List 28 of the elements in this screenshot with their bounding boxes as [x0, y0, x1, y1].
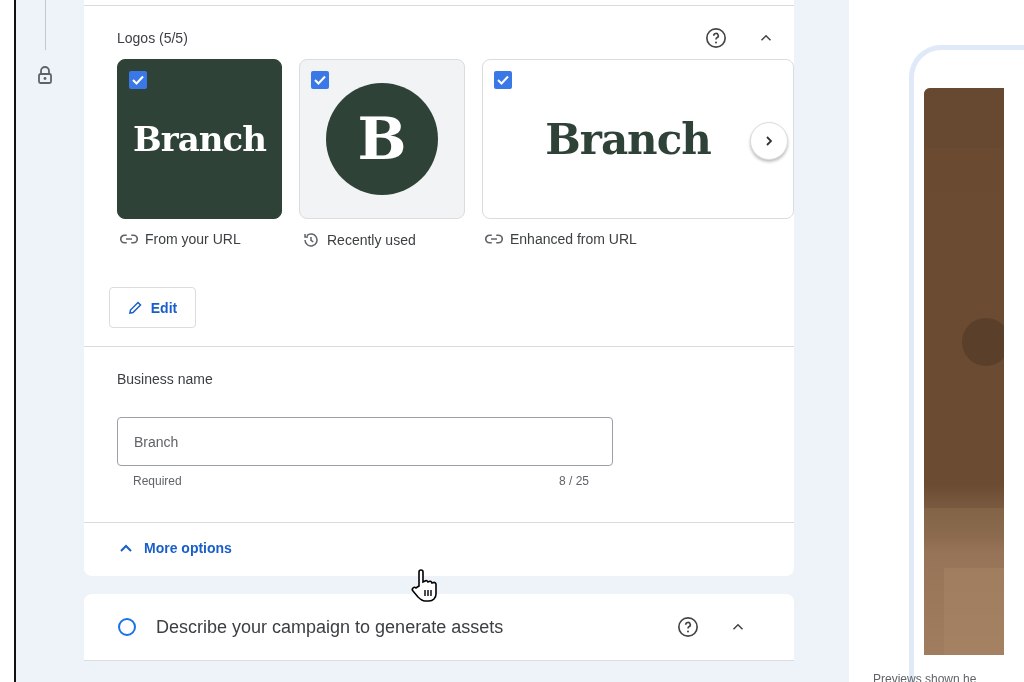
character-counter: 8 / 25: [558, 474, 589, 488]
section-title: Logos (5/5): [117, 30, 189, 46]
logo-wordmark: Branch: [133, 119, 266, 159]
section-title: Describe your campaign to generate assets: [156, 616, 505, 638]
checkbox[interactable]: [311, 71, 329, 89]
logo-monogram: B: [326, 83, 438, 195]
link-icon: [120, 233, 138, 245]
chevron-right-icon: [764, 135, 774, 147]
history-icon: [302, 231, 320, 249]
edit-button[interactable]: Edit: [109, 287, 196, 328]
logo-tile[interactable]: Branch: [117, 59, 282, 219]
checkbox[interactable]: [129, 71, 147, 89]
pencil-icon: [127, 300, 143, 315]
checkbox[interactable]: [494, 71, 512, 89]
logo-source-label: From your URL: [145, 231, 241, 247]
logo-wordmark: Branch: [545, 114, 711, 164]
logo-source-label: Enhanced from URL: [510, 231, 637, 247]
field-label: Business name: [117, 371, 214, 387]
help-icon[interactable]: [676, 615, 700, 639]
business-name-input[interactable]: Branch: [117, 417, 613, 466]
more-options-button[interactable]: More options: [120, 540, 232, 556]
logo-tile[interactable]: B: [299, 59, 465, 219]
logo-source-label: Recently used: [327, 232, 416, 248]
lock-icon: [37, 66, 53, 84]
link-icon: [485, 233, 503, 245]
logo-tile[interactable]: Branch: [482, 59, 794, 219]
help-icon[interactable]: [704, 26, 728, 50]
helper-text: Required: [133, 474, 182, 488]
